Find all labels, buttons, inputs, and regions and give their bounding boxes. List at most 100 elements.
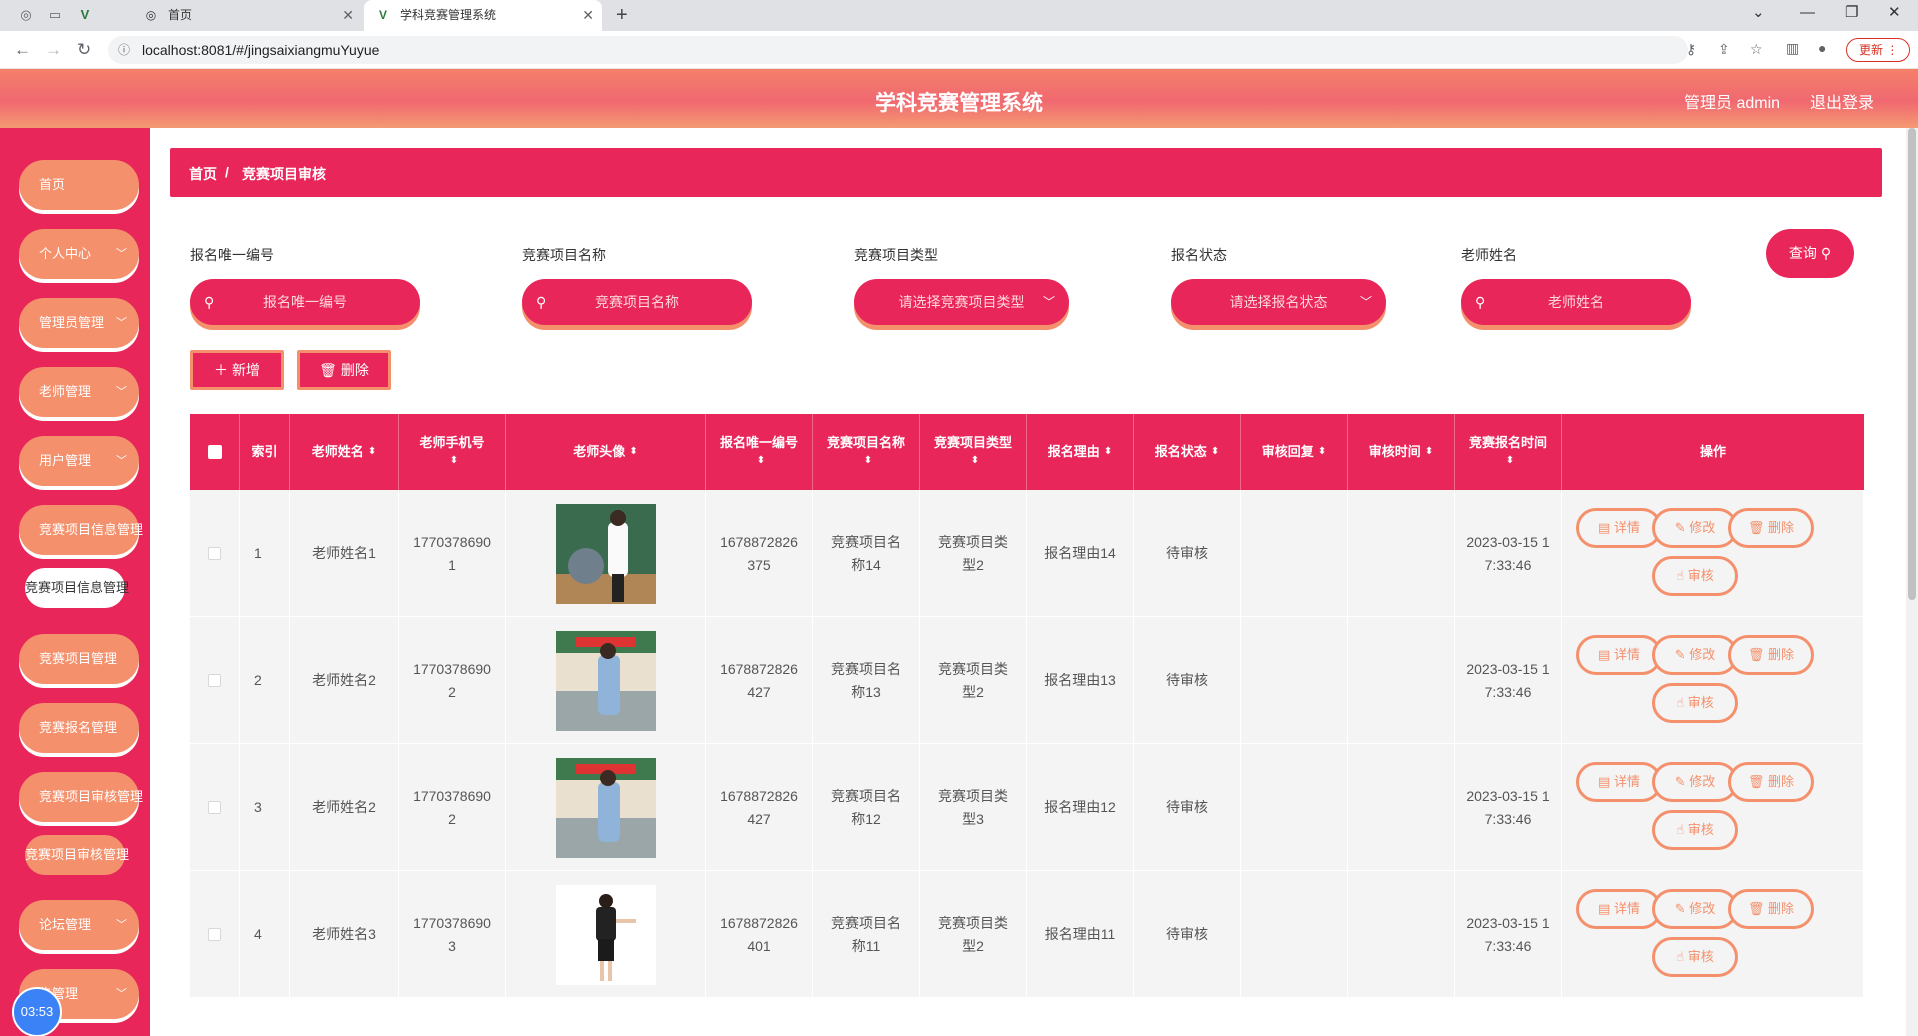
sort-icon[interactable]: ⬍ xyxy=(757,452,765,470)
row-checkbox[interactable] xyxy=(208,674,221,687)
sidebar-item-forum[interactable]: 论坛管理 ﹀ xyxy=(19,900,139,950)
sidebar-item-home[interactable]: 首页 xyxy=(19,160,139,210)
delete-button[interactable]: 🗑 删除 xyxy=(1728,635,1814,675)
col-reason[interactable]: 报名理由 ⬍ xyxy=(1027,414,1134,490)
breadcrumb-home[interactable]: 首页 xyxy=(189,164,217,184)
sort-icon[interactable]: ⬍ xyxy=(450,452,458,470)
key-icon[interactable]: ⚷ xyxy=(1686,41,1696,58)
sort-icon[interactable]: ⬍ xyxy=(368,443,376,461)
edit-button[interactable]: ✎ 修改 xyxy=(1652,889,1738,929)
edit-button[interactable]: ✎ 修改 xyxy=(1652,635,1738,675)
sidepanel-icon[interactable]: ▥ xyxy=(1786,40,1799,57)
sidebar-item-project[interactable]: 竞赛项目管理 xyxy=(19,634,139,684)
col-reply[interactable]: 审核回复 ⬍ xyxy=(1241,414,1348,490)
profile-icon[interactable]: ● xyxy=(1818,40,1826,56)
search-button[interactable]: 查询 ⚲ xyxy=(1766,229,1854,278)
vue-icon[interactable]: V xyxy=(76,6,94,24)
sidebar-subitem-project-info[interactable]: 竞赛项目信息管理 xyxy=(25,568,129,608)
detail-button[interactable]: ▤ 详情 xyxy=(1576,762,1662,802)
edit-button[interactable]: ✎ 修改 xyxy=(1652,508,1738,548)
sort-icon[interactable]: ⬍ xyxy=(864,452,872,470)
col-status[interactable]: 报名状态 ⬍ xyxy=(1134,414,1241,490)
audit-button[interactable]: ☝ 审核 xyxy=(1652,556,1738,596)
sidebar-subitem-project-audit[interactable]: 竞赛项目审核管理 xyxy=(25,835,129,875)
restore-button[interactable]: ❐ xyxy=(1845,0,1858,26)
row-checkbox[interactable] xyxy=(208,928,221,941)
close-icon[interactable]: ✕ xyxy=(342,0,354,31)
detail-button[interactable]: ▤ 详情 xyxy=(1576,635,1662,675)
update-button[interactable]: 更新 ⋮ xyxy=(1846,38,1910,62)
col-phone[interactable]: 老师手机号 ⬍ xyxy=(399,414,506,490)
type-select[interactable]: 请选择竞赛项目类型 ﹀ xyxy=(854,279,1069,325)
breadcrumb-separator: / xyxy=(225,164,229,180)
sort-icon[interactable]: ⬍ xyxy=(629,443,637,461)
delete-button[interactable]: 🗑 删除 xyxy=(1728,762,1814,802)
delete-button[interactable]: 🗑 删除 xyxy=(1728,508,1814,548)
sidebar-item-project-info[interactable]: 竞赛项目信息管理 xyxy=(19,505,143,555)
back-icon[interactable]: ← xyxy=(14,39,31,61)
code-search-input[interactable]: ⚲ 报名唯一编号 xyxy=(190,279,420,325)
teacher-avatar[interactable] xyxy=(555,757,656,858)
teacher-avatar[interactable] xyxy=(555,630,656,731)
cell-phone: 17703786903 xyxy=(399,871,506,998)
sidebar-item-project-audit[interactable]: 竞赛项目审核管理 xyxy=(19,772,143,822)
sort-icon[interactable]: ⬍ xyxy=(971,452,979,470)
select-all-checkbox[interactable] xyxy=(190,414,240,490)
url-field[interactable]: ⓘ localhost:8081/#/jingsaixiangmuYuyue ⚷… xyxy=(108,36,1763,64)
edit-icon: ✎ xyxy=(1674,774,1690,789)
col-project[interactable]: 竞赛项目名称 ⬍ xyxy=(813,414,920,490)
minimize-button[interactable]: — xyxy=(1800,0,1815,26)
tab-home[interactable]: ◎ 首页 ✕ xyxy=(132,0,362,31)
row-checkbox[interactable] xyxy=(208,547,221,560)
status-select[interactable]: 请选择报名状态 ﹀ xyxy=(1171,279,1386,325)
add-button[interactable]: ＋ 新增 xyxy=(190,350,284,390)
detail-icon: ▤ xyxy=(1598,647,1614,662)
audit-button[interactable]: ☝ 审核 xyxy=(1652,683,1738,723)
teacher-search-input[interactable]: ⚲ 老师姓名 xyxy=(1461,279,1691,325)
edit-button[interactable]: ✎ 修改 xyxy=(1652,762,1738,802)
info-icon[interactable]: ⓘ xyxy=(118,41,130,58)
cell-audit_time xyxy=(1348,744,1455,871)
audit-button[interactable]: ☝ 审核 xyxy=(1652,937,1738,977)
close-icon[interactable]: ✕ xyxy=(582,0,594,31)
detail-button[interactable]: ▤ 详情 xyxy=(1576,508,1662,548)
batch-delete-button[interactable]: 🗑 删除 xyxy=(297,350,391,390)
new-tab-button[interactable]: + xyxy=(616,0,628,31)
project-search-input[interactable]: ⚲ 竞赛项目名称 xyxy=(522,279,752,325)
chevron-down-icon[interactable]: ⌄ xyxy=(1752,0,1765,26)
col-avatar[interactable]: 老师头像 ⬍ xyxy=(506,414,706,490)
star-icon[interactable]: ☆ xyxy=(1750,41,1763,58)
sort-icon[interactable]: ⬍ xyxy=(1318,443,1326,461)
sidebar-item-admin[interactable]: 管理员管理 ﹀ xyxy=(19,298,139,348)
forward-icon[interactable]: → xyxy=(45,39,62,61)
sort-icon[interactable]: ⬍ xyxy=(1425,443,1433,461)
globe-icon[interactable]: ◎ xyxy=(17,6,35,24)
sidebar-item-signup[interactable]: 竞赛报名管理 xyxy=(19,703,139,753)
sort-icon[interactable]: ⬍ xyxy=(1104,443,1112,461)
share-icon[interactable]: ⇪ xyxy=(1718,41,1730,58)
blank-tab-icon[interactable]: ▭ xyxy=(46,6,64,24)
logout-link[interactable]: 退出登录 xyxy=(1810,89,1874,113)
col-audit-time[interactable]: 审核时间 ⬍ xyxy=(1348,414,1455,490)
sort-icon[interactable]: ⬍ xyxy=(1506,452,1514,470)
teacher-avatar[interactable] xyxy=(555,503,656,604)
sidebar-item-user[interactable]: 用户管理 ﹀ xyxy=(19,436,139,486)
tab-system[interactable]: V 学科竞赛管理系统 ✕ xyxy=(364,0,602,31)
chevron-down-icon: ﹀ xyxy=(1359,295,1372,309)
col-teacher-name[interactable]: 老师姓名 ⬍ xyxy=(290,414,399,490)
vertical-scrollbar[interactable] xyxy=(1906,128,1918,1036)
sort-icon[interactable]: ⬍ xyxy=(1211,443,1219,461)
row-checkbox[interactable] xyxy=(208,801,221,814)
scrollbar-thumb[interactable] xyxy=(1908,128,1916,600)
col-type[interactable]: 竞赛项目类型 ⬍ xyxy=(920,414,1027,490)
col-code[interactable]: 报名唯一编号 ⬍ xyxy=(706,414,813,490)
sidebar-item-profile[interactable]: 个人中心 ﹀ xyxy=(19,229,139,279)
delete-button[interactable]: 🗑 删除 xyxy=(1728,889,1814,929)
detail-button[interactable]: ▤ 详情 xyxy=(1576,889,1662,929)
close-window-button[interactable]: ✕ xyxy=(1888,0,1901,26)
reload-icon[interactable]: ↻ xyxy=(77,39,91,61)
sidebar-item-teacher[interactable]: 老师管理 ﹀ xyxy=(19,367,139,417)
teacher-avatar[interactable] xyxy=(555,884,656,985)
audit-button[interactable]: ☝ 审核 xyxy=(1652,810,1738,850)
col-signup-time[interactable]: 竞赛报名时间 ⬍ xyxy=(1455,414,1562,490)
